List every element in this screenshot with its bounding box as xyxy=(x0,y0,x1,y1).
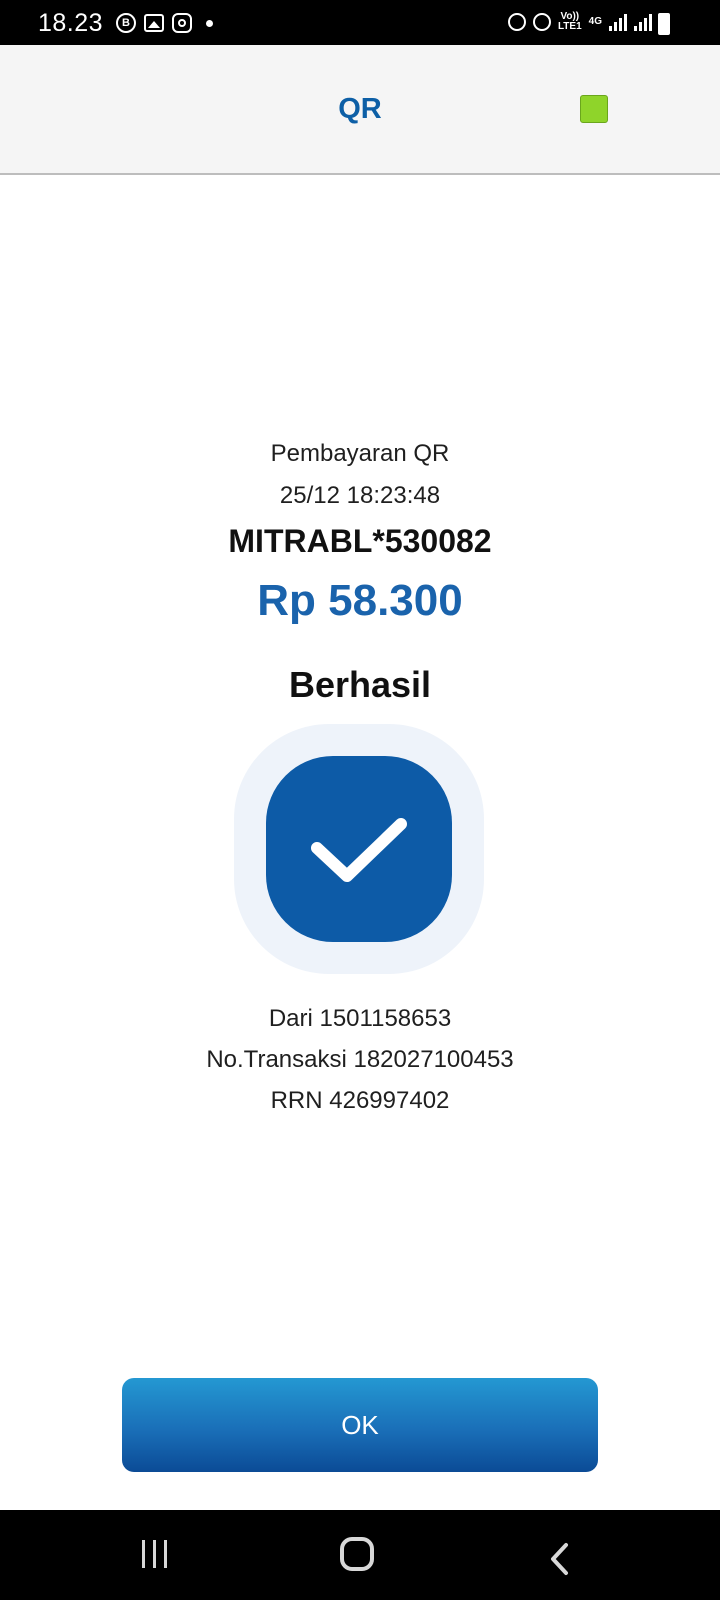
merchant-name: MITRABL*530082 xyxy=(228,523,492,559)
system-icons: Vo)) LTE1 4G xyxy=(507,12,652,32)
ok-button[interactable]: OK xyxy=(122,1378,598,1472)
transaction-amount: Rp 58.300 xyxy=(257,576,463,625)
recent-apps-icon[interactable] xyxy=(142,1540,167,1568)
transaction-datetime: 25/12 18:23:48 xyxy=(279,482,441,509)
transaction-type: Pembayaran QR xyxy=(270,440,450,467)
signal-icon xyxy=(609,13,627,31)
data-saver-icon xyxy=(507,13,526,31)
volte-indicator: Vo)) LTE1 xyxy=(558,12,582,32)
source-account: Dari 1501158653 xyxy=(268,1005,452,1032)
more-notifications-icon xyxy=(206,19,213,27)
success-badge xyxy=(234,724,484,974)
battery-icon xyxy=(658,13,670,35)
signal-icon-2 xyxy=(634,13,652,31)
rrn-number: RRN 426997402 xyxy=(270,1087,450,1114)
success-square xyxy=(266,756,452,942)
status-bar: 18.23 B Vo)) LTE1 4G xyxy=(0,0,720,45)
transaction-number: No.Transaksi 182027100453 xyxy=(206,1046,514,1073)
status-square-icon xyxy=(580,95,608,123)
system-nav-bar xyxy=(0,1510,720,1600)
home-icon[interactable] xyxy=(340,1537,374,1571)
status-time: 18.23 xyxy=(38,9,104,37)
lte-label: LTE1 xyxy=(557,21,582,32)
transaction-status: Berhasil xyxy=(288,664,432,705)
notification-icons: B xyxy=(116,13,213,33)
app-header: QR xyxy=(0,45,720,175)
back-icon[interactable] xyxy=(548,1542,572,1576)
gallery-icon xyxy=(144,14,164,32)
alarm-icon xyxy=(532,13,551,31)
instagram-icon xyxy=(172,13,192,33)
network-type-indicator: 4G xyxy=(588,16,602,27)
business-app-icon: B xyxy=(116,13,136,33)
check-icon xyxy=(311,818,407,882)
page-title: QR xyxy=(338,93,382,125)
